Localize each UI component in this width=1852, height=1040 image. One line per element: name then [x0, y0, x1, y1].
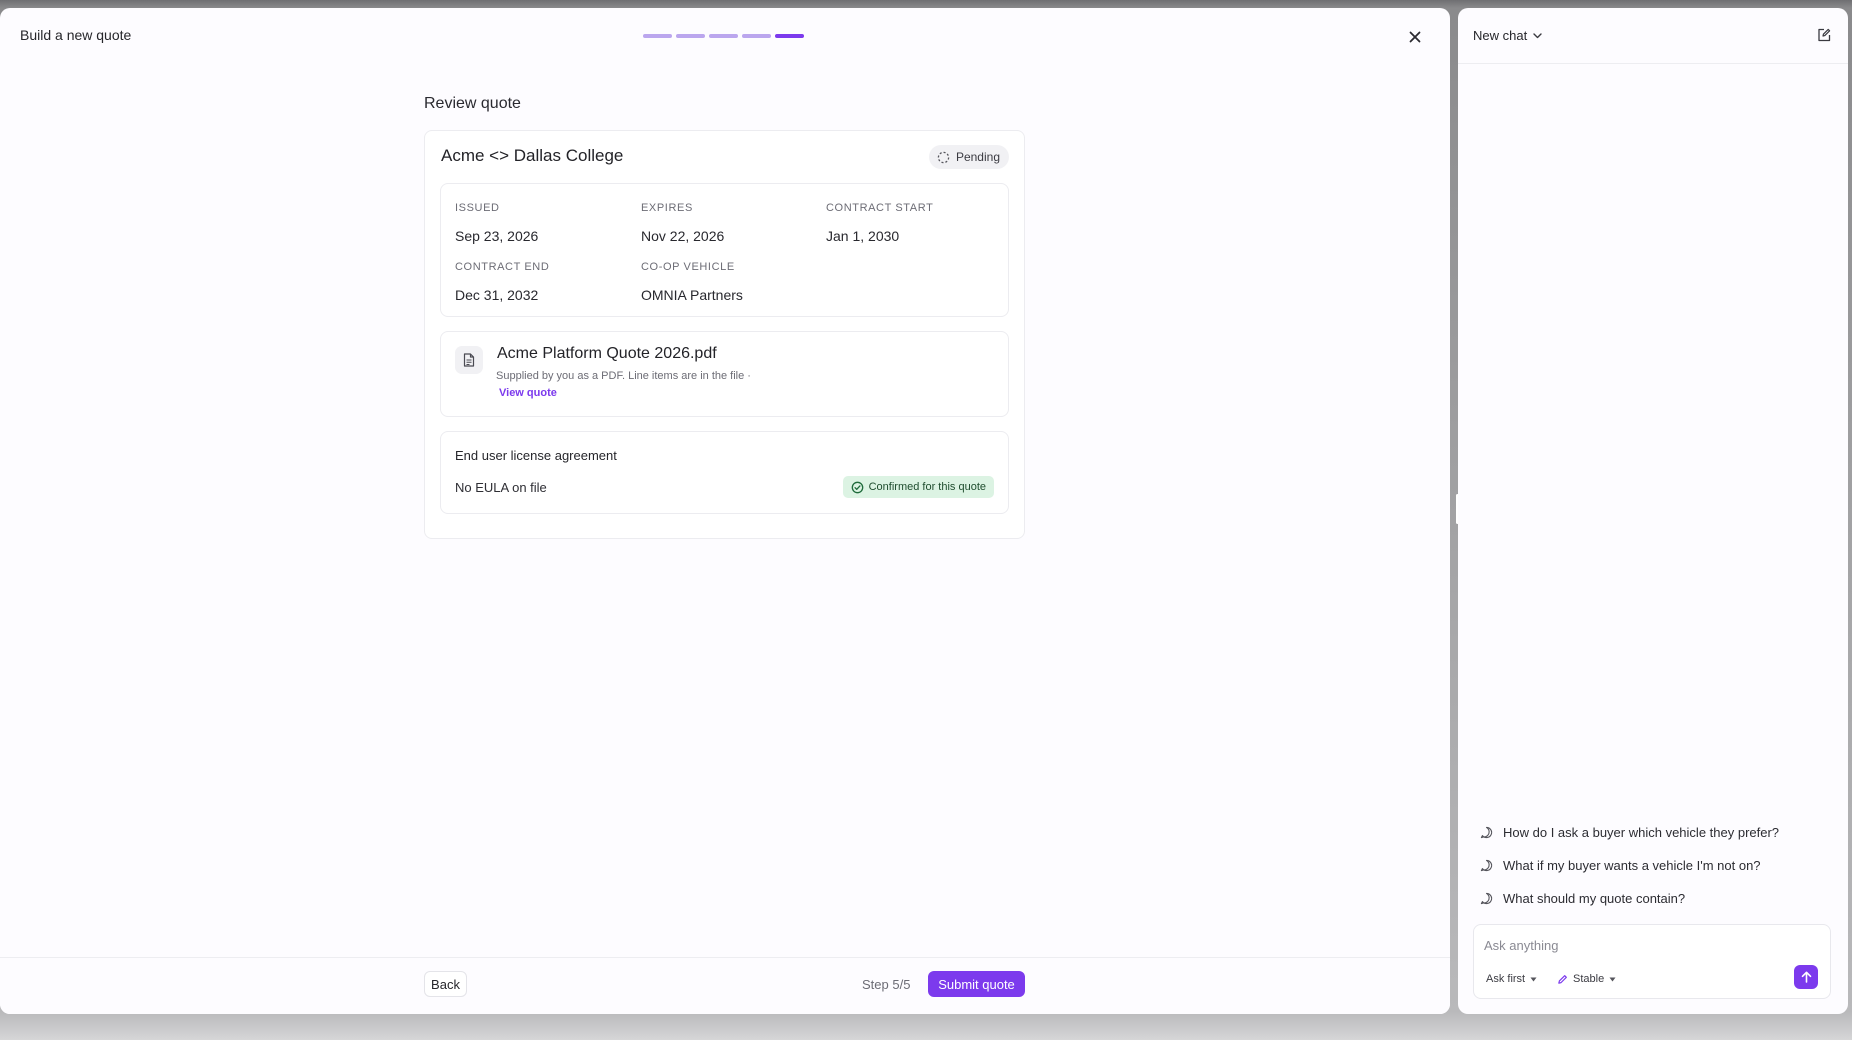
- eula-confirmed-badge: Confirmed for this quote: [842, 476, 994, 498]
- caret-down-icon: [1609, 977, 1616, 981]
- model-label: Stable: [1573, 973, 1605, 985]
- progress-step-5: [775, 34, 804, 38]
- field-value: OMNIA Partners: [641, 287, 743, 303]
- field-issued: ISSUED Sep 23, 2026: [455, 202, 538, 244]
- file-name: Acme Platform Quote 2026.pdf: [497, 345, 717, 362]
- modal-title: Build a new quote: [20, 27, 132, 43]
- chat-title: New chat: [1473, 28, 1528, 43]
- close-button[interactable]: [1404, 26, 1426, 48]
- quote-title: Acme <> Dallas College: [441, 146, 624, 165]
- suggestion-item[interactable]: What if my buyer wants a vehicle I'm not…: [1480, 849, 1830, 882]
- field-label: ISSUED: [455, 202, 500, 214]
- step-indicator: Step 5/5: [862, 977, 911, 992]
- status-label: Pending: [955, 150, 1000, 164]
- progress-step-1: [643, 34, 672, 38]
- quote-file-panel: Acme Platform Quote 2026.pdf Supplied by…: [440, 331, 1009, 417]
- chat-selector[interactable]: New chat: [1473, 28, 1542, 43]
- view-quote-link[interactable]: View quote: [499, 387, 557, 399]
- field-value: Dec 31, 2032: [455, 287, 539, 303]
- send-button[interactable]: [1794, 965, 1818, 989]
- chat-bubble-icon: [1480, 892, 1493, 905]
- submit-quote-button[interactable]: Submit quote: [928, 971, 1025, 997]
- progress-step-2: [676, 34, 705, 38]
- field-contract-end: CONTRACT END Dec 31, 2032: [455, 261, 549, 303]
- field-value: Sep 23, 2026: [455, 228, 539, 244]
- spinner-icon: [937, 151, 950, 163]
- suggestion-text: What if my buyer wants a vehicle I'm not…: [1503, 858, 1761, 873]
- progress-step-3: [709, 34, 738, 38]
- chat-bubble-icon: [1480, 859, 1493, 872]
- pencil-icon: [1558, 974, 1567, 984]
- field-value: Jan 1, 2030: [826, 228, 900, 244]
- status-badge: Pending: [928, 145, 1009, 169]
- field-label: CONTRACT START: [826, 202, 934, 214]
- new-chat-button[interactable]: [1815, 26, 1833, 44]
- progress-step-4: [742, 34, 771, 38]
- modal-footer: Back Step 5/5 Submit quote: [0, 957, 1450, 1014]
- mode-label: Ask first: [1486, 973, 1526, 985]
- suggestion-item[interactable]: How do I ask a buyer which vehicle they …: [1480, 816, 1830, 849]
- eula-panel: End user license agreement No EULA on fi…: [440, 431, 1009, 514]
- quote-builder-modal: Build a new quote Review quote Acme <> D…: [0, 8, 1450, 1014]
- caret-down-icon: [1530, 977, 1537, 981]
- compose-icon: [1818, 28, 1831, 42]
- close-icon: [1409, 31, 1421, 43]
- step-progress: [643, 34, 804, 38]
- chat-bubble-icon: [1480, 826, 1493, 839]
- field-expires: EXPIRES Nov 22, 2026: [641, 202, 724, 244]
- suggestion-text: How do I ask a buyer which vehicle they …: [1503, 825, 1780, 840]
- mode-selector[interactable]: Ask first: [1486, 973, 1537, 985]
- arrow-up-icon: [1801, 971, 1811, 983]
- field-label: CONTRACT END: [455, 261, 550, 273]
- chat-input[interactable]: [1484, 935, 1804, 955]
- field-coop-vehicle: CO-OP VEHICLE OMNIA Partners: [641, 261, 743, 303]
- model-selector[interactable]: Stable: [1557, 973, 1616, 985]
- suggestion-text: What should my quote contain?: [1503, 891, 1686, 906]
- field-contract-start: CONTRACT START Jan 1, 2030: [826, 202, 933, 244]
- document-icon: [463, 353, 475, 367]
- field-label: EXPIRES: [641, 202, 693, 214]
- suggested-prompts: How do I ask a buyer which vehicle they …: [1480, 816, 1830, 915]
- suggestion-item[interactable]: What should my quote contain?: [1480, 882, 1830, 915]
- chat-panel: New chat How do I ask a buyer which vehi…: [1458, 8, 1848, 1014]
- eula-title: End user license agreement: [455, 448, 617, 463]
- back-button[interactable]: Back: [424, 971, 467, 997]
- field-label: CO-OP VEHICLE: [641, 261, 735, 273]
- chevron-down-icon: [1533, 32, 1542, 38]
- chat-composer: Ask first Stable: [1473, 924, 1831, 999]
- file-description: Supplied by you as a PDF. Line items are…: [496, 370, 751, 382]
- check-circle-icon: [851, 481, 863, 493]
- quote-summary-card: Acme <> Dallas College Pending ISSUED Se…: [424, 130, 1025, 539]
- file-icon-wrap: [455, 346, 483, 374]
- section-title: Review quote: [424, 95, 521, 112]
- eula-badge-label: Confirmed for this quote: [868, 481, 986, 493]
- quote-dates-panel: ISSUED Sep 23, 2026 EXPIRES Nov 22, 2026…: [440, 183, 1009, 317]
- field-value: Nov 22, 2026: [641, 228, 725, 244]
- eula-value: No EULA on file: [455, 480, 547, 495]
- chat-header: New chat: [1458, 8, 1848, 64]
- modal-header: Build a new quote: [0, 8, 1450, 64]
